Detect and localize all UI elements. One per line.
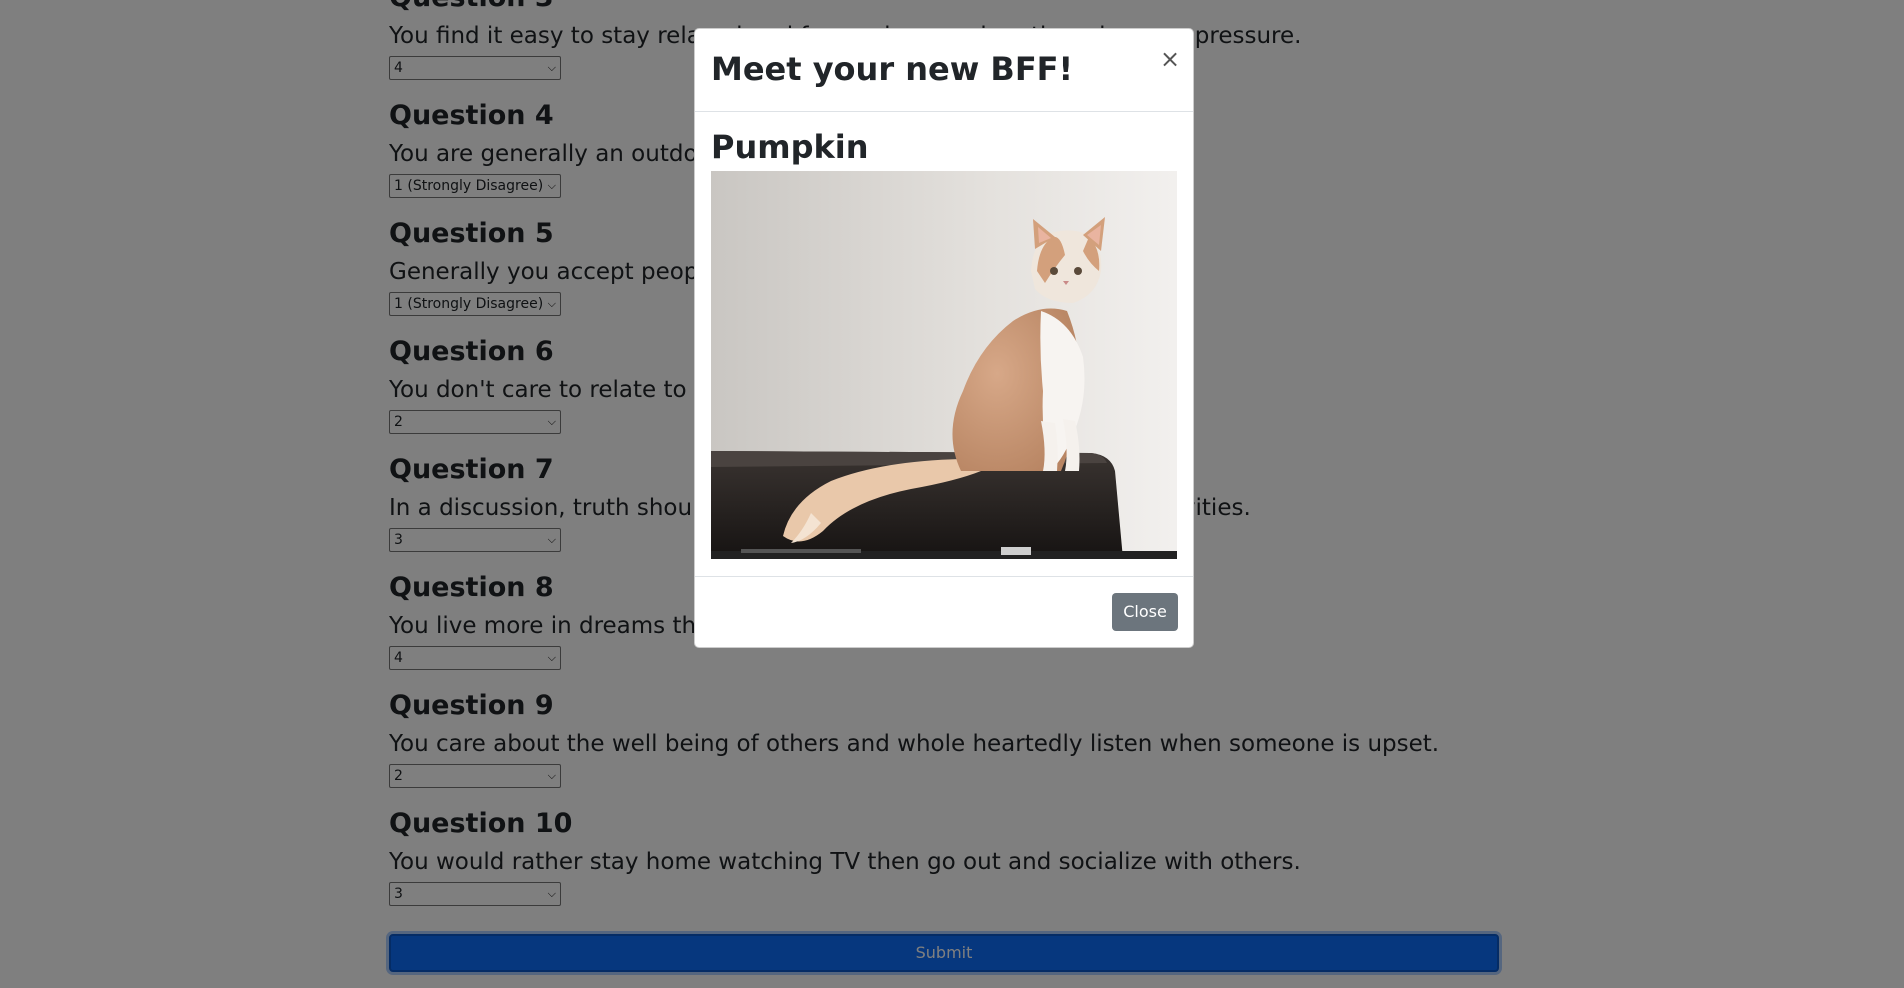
- modal-body: Pumpkin: [695, 112, 1193, 575]
- page: Question 3 You find it easy to stay rela…: [0, 0, 1904, 988]
- modal-footer: Close: [695, 576, 1193, 648]
- modal-header: Meet your new BFF! ×: [695, 29, 1193, 112]
- modal-title: Meet your new BFF!: [711, 50, 1074, 88]
- close-icon[interactable]: ×: [1158, 47, 1182, 71]
- close-button[interactable]: Close: [1112, 593, 1178, 631]
- bff-modal: Meet your new BFF! × Pumpkin Close: [694, 28, 1194, 648]
- pet-photo: [711, 171, 1177, 559]
- cat-photo-illustration: [711, 171, 1177, 559]
- pet-name: Pumpkin: [711, 128, 869, 166]
